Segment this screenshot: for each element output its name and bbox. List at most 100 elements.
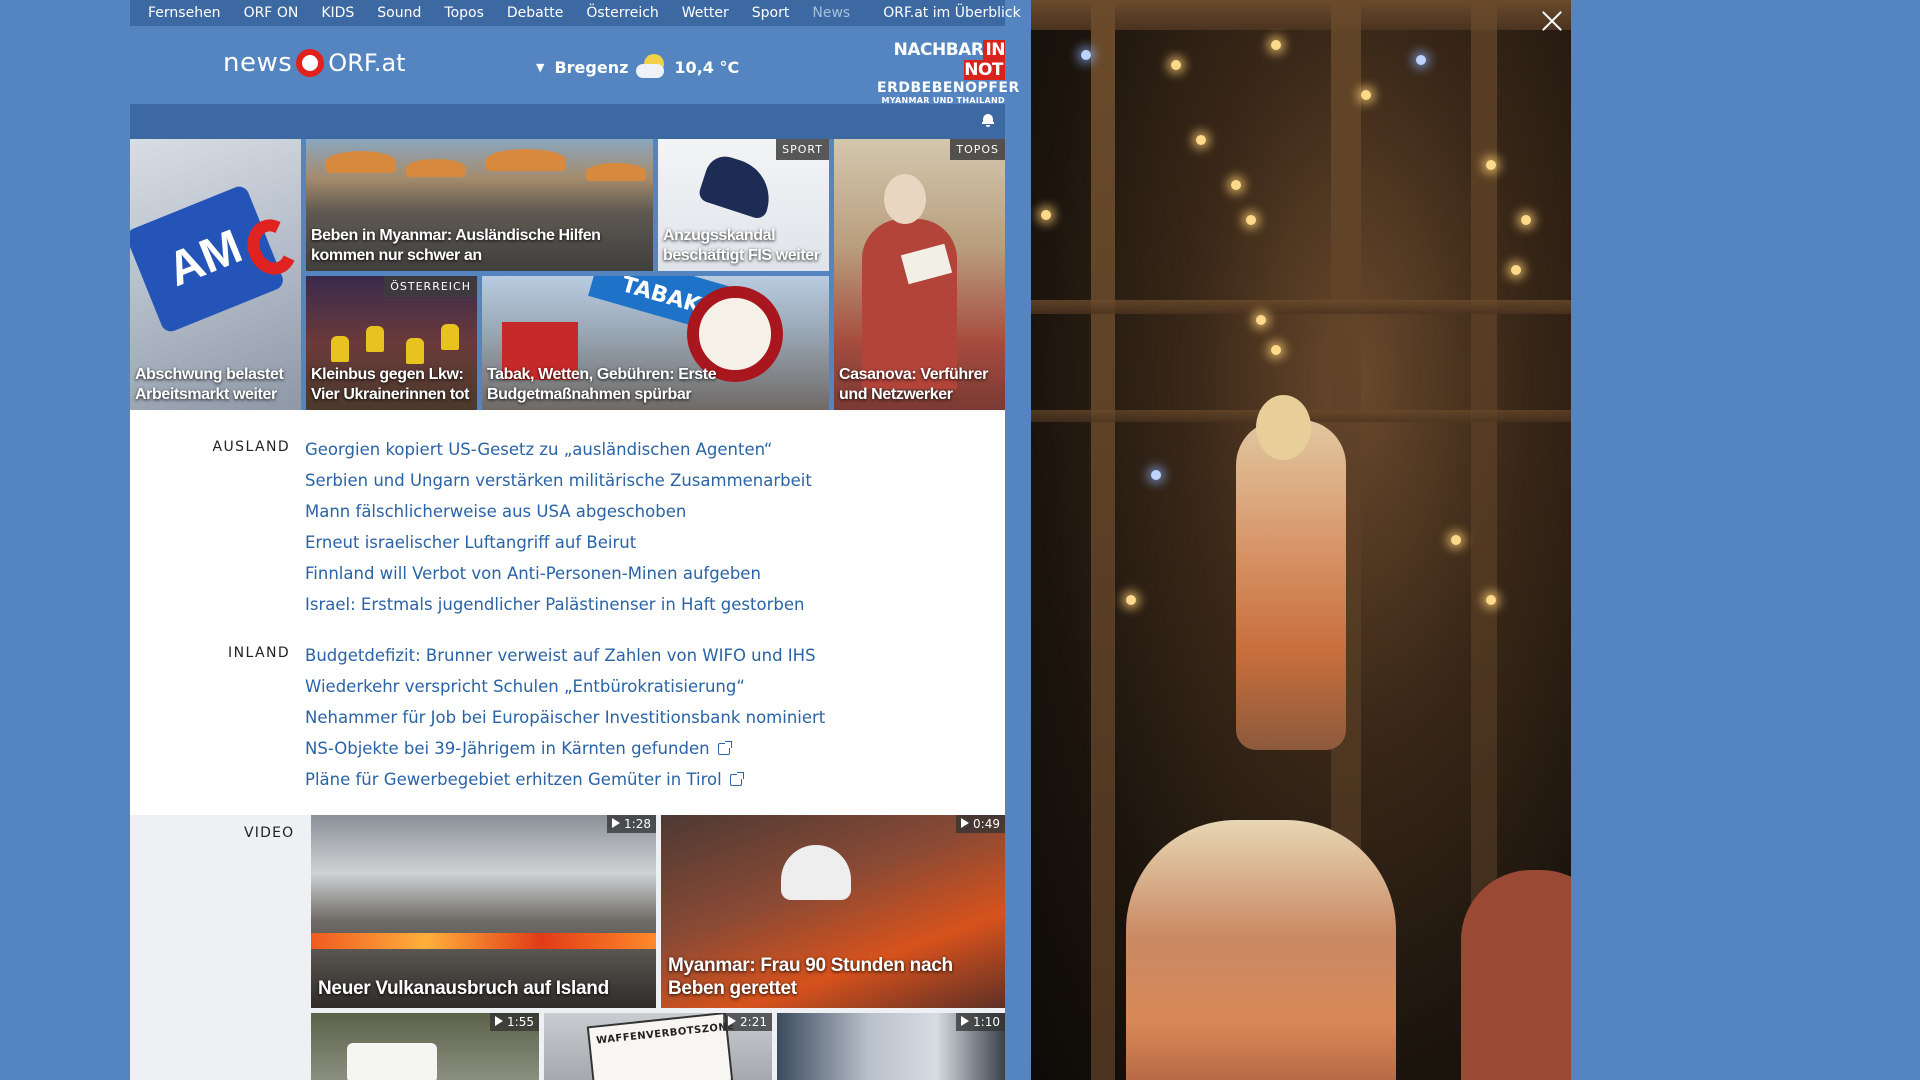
nav-sport[interactable]: Sport: [752, 5, 790, 21]
string-light: [1511, 265, 1521, 275]
firefighter-figure: [441, 324, 459, 350]
ski-jumper-image: [696, 151, 780, 221]
story-tile-budget[interactable]: TABAK Tabak, Wetten, Gebühren: Erste Bud…: [482, 276, 829, 410]
headline-list: Budgetdefizit: Brunner verweist auf Zahl…: [305, 640, 825, 795]
play-icon: [495, 1016, 504, 1026]
nav-sound[interactable]: Sound: [377, 5, 421, 21]
video-duration: 2:21: [723, 1013, 772, 1031]
site-header: news ORF.at ▼ Bregenz 10,4 °C NACHBAR IN …: [130, 26, 1019, 105]
video-duration: 1:28: [607, 815, 656, 833]
orf-eye-icon: [296, 49, 325, 77]
string-light: [1196, 135, 1206, 145]
nav-wetter[interactable]: Wetter: [682, 5, 729, 21]
foreground-person: [1461, 870, 1571, 1080]
play-icon: [961, 1016, 970, 1026]
headline-link[interactable]: Serbien und Ungarn verstärken militärisc…: [305, 465, 812, 496]
weather-city: Bregenz: [554, 57, 629, 77]
partly-cloudy-icon: [636, 52, 668, 82]
headline-link[interactable]: Budgetdefizit: Brunner verweist auf Zahl…: [305, 640, 825, 671]
headline-link[interactable]: Erneut israelischer Luftangriff auf Beir…: [305, 527, 812, 558]
category-tag: ÖSTERREICH: [384, 276, 477, 297]
dancing-woman-head: [1256, 395, 1311, 460]
string-light: [1271, 345, 1281, 355]
wood-post: [1091, 0, 1115, 1080]
string-light: [1361, 90, 1371, 100]
story-tile-sport[interactable]: SPORT Anzugsskandal beschäftigt FIS weit…: [658, 139, 829, 271]
sub-bar: [130, 104, 1005, 139]
umbrella-shape: [326, 151, 396, 173]
tile-caption: Kleinbus gegen Lkw: Vier Ukrainerinnen t…: [311, 366, 470, 403]
string-light: [1486, 160, 1496, 170]
string-light: [1271, 40, 1281, 50]
play-icon: [612, 818, 621, 828]
logo-orf-text: ORF.at: [328, 49, 406, 77]
rescue-helmet: [781, 845, 851, 900]
string-light: [1451, 535, 1461, 545]
string-light: [1126, 595, 1136, 605]
nav-orf-on[interactable]: ORF ON: [244, 5, 299, 21]
video-duration: 0:49: [956, 815, 1005, 833]
headline-link[interactable]: Mann fälschlicherweise aus USA abgeschob…: [305, 496, 812, 527]
video-tile-myanmar[interactable]: 0:49 Myanmar: Frau 90 Stunden nach Beben…: [661, 815, 1005, 1008]
headline-link[interactable]: Georgien kopiert US-Gesetz zu „ausländis…: [305, 434, 812, 465]
nachbar-in-not-banner[interactable]: NACHBAR IN NOT ERDBEBENOPFER MYANMAR UND …: [877, 40, 1019, 105]
video-player-overlay[interactable]: [1031, 0, 1571, 1080]
tile-caption: Beben in Myanmar: Ausländische Hilfen ko…: [311, 227, 601, 264]
news-page: Fernsehen ORF ON KIDS Sound Topos Debatt…: [130, 0, 1021, 1080]
ambulance-image: [347, 1043, 437, 1080]
story-tile-topos[interactable]: TOPOS Casanova: Verführer und Netzwerker: [834, 139, 1005, 410]
lava-stream: [311, 933, 656, 949]
string-light: [1521, 215, 1531, 225]
video-tile-waffenverbot[interactable]: WAFFENVERBOTSZONE 2:21: [544, 1013, 772, 1080]
video-caption: Neuer Vulkanausbruch auf Island: [318, 978, 609, 999]
video-tile-shop[interactable]: 1:10: [777, 1013, 1005, 1080]
video-tile-vulkan[interactable]: 1:28 Neuer Vulkanausbruch auf Island: [311, 815, 656, 1008]
nav-overview[interactable]: ORF.at im Überblick: [883, 5, 1020, 21]
headline-link[interactable]: Pläne für Gewerbegebiet erhitzen Gemüter…: [305, 764, 825, 795]
logo-news-text: news: [223, 48, 293, 78]
string-light: [1041, 210, 1051, 220]
nav-fernsehen[interactable]: Fernsehen: [148, 5, 221, 21]
umbrella-shape: [586, 163, 646, 181]
close-icon[interactable]: [1541, 10, 1563, 32]
dancing-woman-figure: [1236, 420, 1346, 750]
story-tile-kleinbus[interactable]: ÖSTERREICH Kleinbus gegen Lkw: Vier Ukra…: [306, 276, 477, 410]
top-navigation: Fernsehen ORF ON KIDS Sound Topos Debatt…: [130, 0, 1021, 26]
news-orf-logo[interactable]: news ORF.at: [223, 48, 406, 78]
section-label: INLAND: [228, 645, 290, 661]
wood-beam: [1031, 300, 1571, 314]
weather-widget[interactable]: ▼ Bregenz 10,4 °C: [536, 52, 739, 82]
tile-caption: Casanova: Verführer und Netzwerker: [839, 366, 988, 403]
string-light: [1486, 595, 1496, 605]
promo-title: NACHBAR IN NOT: [893, 40, 1005, 80]
nav-oesterreich[interactable]: Österreich: [586, 5, 658, 21]
nav-news[interactable]: News: [812, 5, 850, 21]
category-tag: SPORT: [776, 139, 829, 160]
firefighter-figure: [331, 336, 349, 362]
umbrella-shape: [406, 159, 466, 177]
string-light: [1416, 55, 1426, 65]
portrait-head: [884, 174, 926, 224]
story-tile-arbeitsmarkt[interactable]: AM Abschwung belastet Arbeitsmarkt weite…: [130, 139, 301, 410]
section-label: VIDEO: [244, 825, 295, 841]
bell-icon[interactable]: [982, 114, 994, 127]
headline-link[interactable]: Finnland will Verbot von Anti-Personen-M…: [305, 558, 812, 589]
headline-link[interactable]: Israel: Erstmals jugendlicher Palästinen…: [305, 589, 812, 620]
string-light: [1246, 215, 1256, 225]
waffenverbot-sign: WAFFENVERBOTSZONE: [586, 1013, 735, 1080]
play-icon: [728, 1016, 737, 1026]
headline-link[interactable]: Nehammer für Job bei Europäischer Invest…: [305, 702, 825, 733]
nav-kids[interactable]: KIDS: [321, 5, 354, 21]
headline-link[interactable]: Wiederkehr verspricht Schulen „Entbürokr…: [305, 671, 825, 702]
nav-topos[interactable]: Topos: [444, 5, 483, 21]
story-tile-myanmar[interactable]: Beben in Myanmar: Ausländische Hilfen ko…: [306, 139, 653, 271]
headline-link[interactable]: NS-Objekte bei 39-Jährigem in Kärnten ge…: [305, 733, 825, 764]
tile-caption: Abschwung belastet Arbeitsmarkt weiter: [135, 366, 284, 403]
string-light: [1256, 315, 1266, 325]
video-duration: 1:55: [490, 1013, 539, 1031]
section-label: AUSLAND: [212, 439, 290, 455]
video-tile-ambulance[interactable]: 1:55: [311, 1013, 539, 1080]
nav-debatte[interactable]: Debatte: [507, 5, 563, 21]
tile-caption: Anzugsskandal beschäftigt FIS weiter: [663, 227, 820, 264]
video-duration: 1:10: [956, 1013, 1005, 1031]
